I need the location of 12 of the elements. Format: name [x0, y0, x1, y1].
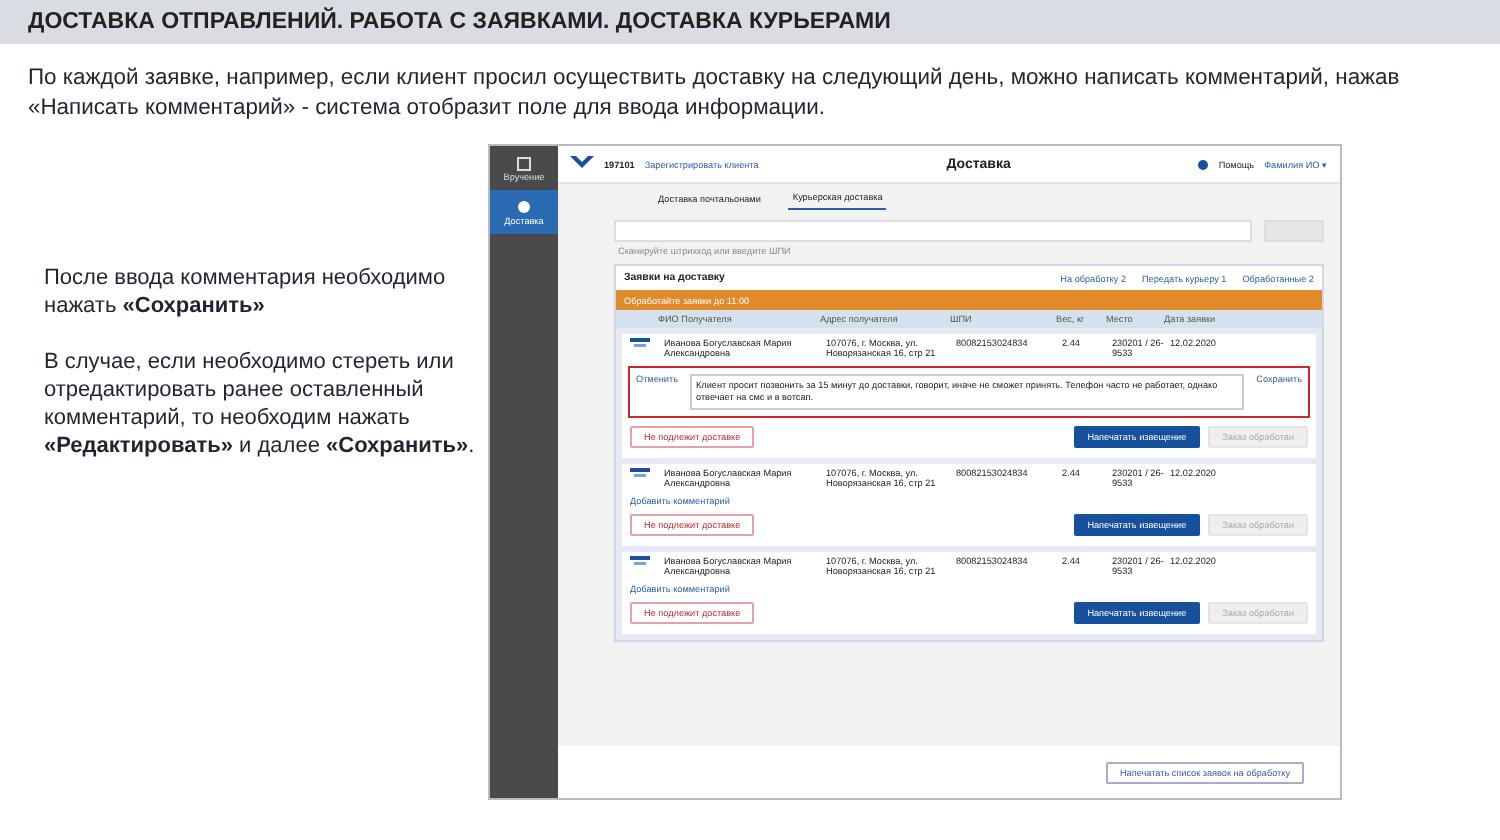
parcel-icon: [630, 468, 650, 482]
search-field[interactable]: [614, 220, 1252, 242]
parcel-icon: [630, 338, 650, 352]
box-icon: [516, 155, 532, 171]
parcel-icon: [630, 556, 650, 570]
bubble-icon: [516, 199, 532, 215]
logo-icon: [570, 156, 594, 172]
help-icon: [1198, 159, 1209, 169]
note-text: После ввода комментария необходимо нажать «Сохранить»: [44, 264, 448, 320]
intro-text: По каждой заявке, например, если клиент просил осуществить доставку на следующий день, можно написать комментарий, нажав «Написать комментарий» - система отобразит поле для ввода информации.: [28, 64, 1402, 124]
slide-title: ДОСТАВКА ОТПРАВЛЕНИЙ. РАБОТА С ЗАЯВКАМИ. ДОСТАВКА КУРЬЕРАМИ: [28, 10, 891, 34]
note-text: В случае, если необходимо стереть или отредактировать ранее оставленный комментарий, то необходим нажать «Редактировать» и далее «Сохранить».: [44, 348, 477, 460]
